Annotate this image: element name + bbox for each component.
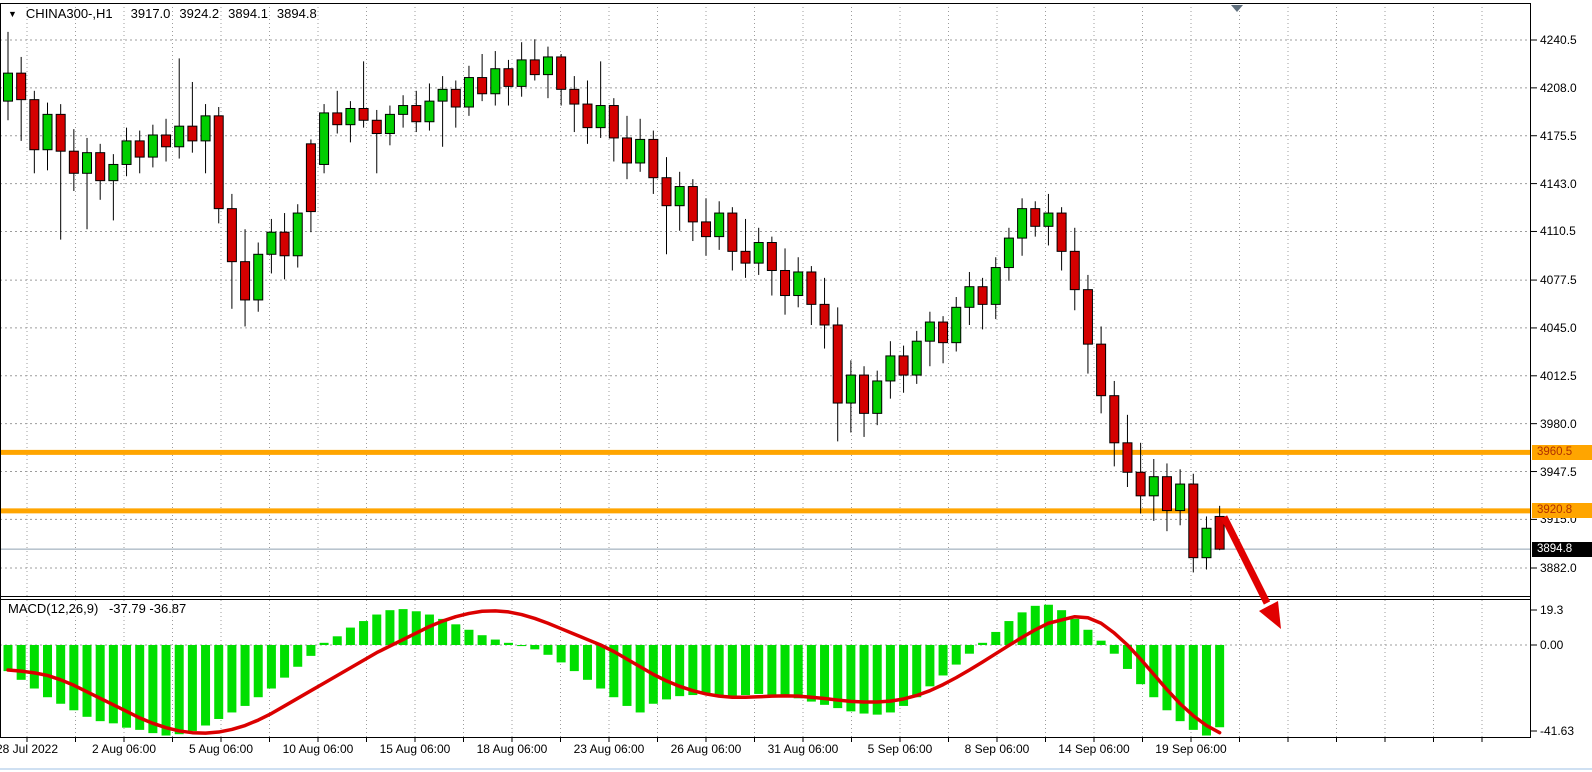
current-price-tag: 3894.8 xyxy=(1532,542,1592,557)
time-axis-label: 5 Aug 06:00 xyxy=(173,742,269,756)
time-axis-label: 31 Aug 06:00 xyxy=(755,742,851,756)
hline-price-tag-3960: 3960.5 xyxy=(1532,445,1592,460)
price-axis-label: 4240.5 xyxy=(1540,33,1577,47)
price-axis-label: 4012.5 xyxy=(1540,369,1577,383)
macd-axis-zero-label: 0.00 xyxy=(1540,638,1563,652)
price-axis-label: 4175.5 xyxy=(1540,129,1577,143)
time-axis-label: 23 Aug 06:00 xyxy=(561,742,657,756)
chart-symbol-dropdown-icon[interactable]: ▼ xyxy=(8,9,17,19)
window-bottom-border xyxy=(0,768,1592,770)
down-arrow-annotation xyxy=(1259,601,1281,629)
time-axis-label: 10 Aug 06:00 xyxy=(270,742,366,756)
macd-indicator-label: MACD(12,26,9) xyxy=(8,601,98,616)
ohlc-high: 3924.2 xyxy=(179,6,219,21)
time-axis-label: 5 Sep 06:00 xyxy=(852,742,948,756)
time-axis-label: 14 Sep 06:00 xyxy=(1046,742,1142,756)
ohlc-low: 3894.1 xyxy=(228,6,268,21)
symbol-info-bar: ▼ CHINA300-,H1 3917.0 3924.2 3894.1 3894… xyxy=(8,6,326,21)
price-axis-label: 4045.0 xyxy=(1540,321,1577,335)
hline-price-tag-3920: 3920.8 xyxy=(1532,503,1592,518)
price-axis-label: 4143.0 xyxy=(1540,177,1577,191)
price-axis-label: 4077.5 xyxy=(1540,273,1577,287)
ohlc-open: 3917.0 xyxy=(131,6,171,21)
chart-canvas[interactable] xyxy=(0,0,1592,772)
ohlc-close: 3894.8 xyxy=(277,6,317,21)
price-axis-label: 3947.5 xyxy=(1540,465,1577,479)
symbol-title: CHINA300-,H1 xyxy=(26,6,113,21)
time-axis-label: 28 Jul 2022 xyxy=(0,742,75,756)
price-axis-label: 3882.0 xyxy=(1540,561,1577,575)
shift-marker-icon xyxy=(1231,5,1243,12)
price-axis-label: 3980.0 xyxy=(1540,417,1577,431)
time-axis-label: 2 Aug 06:00 xyxy=(76,742,172,756)
time-axis-label: 8 Sep 06:00 xyxy=(949,742,1045,756)
time-axis-label: 15 Aug 06:00 xyxy=(367,742,463,756)
time-axis-label: 19 Sep 06:00 xyxy=(1143,742,1239,756)
macd-axis-min-label: -41.63 xyxy=(1540,724,1574,738)
macd-info-bar: MACD(12,26,9) -37.79 -36.87 xyxy=(8,601,186,616)
macd-indicator-values: -37.79 -36.87 xyxy=(109,601,186,616)
time-axis-label: 18 Aug 06:00 xyxy=(464,742,560,756)
macd-axis-max-label: 19.3 xyxy=(1540,603,1563,617)
price-axis-label: 4110.5 xyxy=(1540,224,1576,238)
price-axis-label: 4208.0 xyxy=(1540,81,1577,95)
time-axis-label: 26 Aug 06:00 xyxy=(658,742,754,756)
